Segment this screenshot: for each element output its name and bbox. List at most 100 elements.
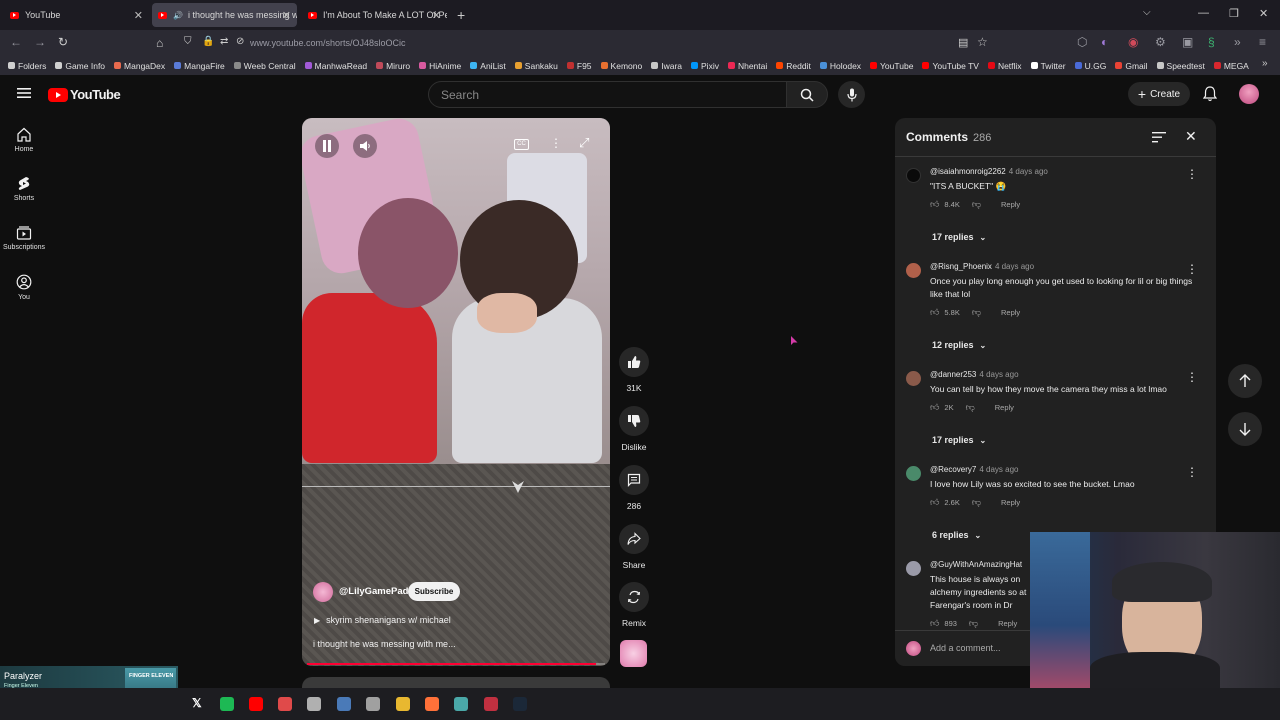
playlist-link[interactable]: ▶ skyrim shenanigans w/ michael: [314, 615, 451, 625]
extension-icon[interactable]: ⚙: [1155, 35, 1166, 49]
permissions-icon[interactable]: ⇄: [220, 36, 228, 47]
reply-button[interactable]: Reply: [998, 619, 1017, 628]
bookmark[interactable]: YouTube: [870, 61, 913, 71]
close-tab-icon[interactable]: ✕: [282, 9, 291, 22]
next-short-button[interactable]: [1228, 412, 1262, 446]
reader-view-icon[interactable]: ▤: [958, 36, 968, 49]
spotify-icon[interactable]: [220, 697, 234, 711]
more-options-icon[interactable]: ⋮: [550, 136, 562, 150]
bookmark[interactable]: MEGA: [1213, 61, 1249, 71]
dislike-icon[interactable]: 👎︎: [972, 307, 981, 318]
bookmark[interactable]: Netflix: [987, 61, 1022, 71]
reload-icon[interactable]: ↻: [58, 35, 68, 49]
bookmark[interactable]: F95: [566, 61, 592, 71]
dislike-icon[interactable]: 👎︎: [972, 199, 981, 210]
lock-icon[interactable]: 🔒: [202, 36, 214, 47]
subscribe-button[interactable]: Subscribe: [408, 582, 460, 601]
bookmark[interactable]: MangaDex: [114, 61, 165, 71]
bookmark[interactable]: U.GG: [1074, 61, 1106, 71]
pause-button[interactable]: [315, 134, 339, 158]
like-icon[interactable]: 👍︎: [930, 199, 939, 210]
comments-button[interactable]: 286: [618, 465, 650, 511]
reply-button[interactable]: Reply: [1001, 308, 1020, 317]
bookmark[interactable]: AniList: [470, 61, 506, 71]
bookmark-star-icon[interactable]: ☆: [977, 35, 988, 49]
search-input[interactable]: Search: [428, 81, 787, 108]
app-icon[interactable]: [484, 697, 498, 711]
bookmark[interactable]: ManhwaRead: [304, 61, 367, 71]
url-bar[interactable]: ⌂ ⛉ 🔒 ⇄ ⊘ www.youtube.com/shorts/OJ48slo…: [150, 33, 1000, 53]
x-app-icon[interactable]: 𝕏: [192, 696, 202, 710]
bookmark[interactable]: Holodex: [819, 61, 861, 71]
next-short-preview[interactable]: [302, 677, 610, 688]
like-icon[interactable]: 👍︎: [930, 618, 939, 629]
reply-button[interactable]: Reply: [995, 403, 1014, 412]
bookmark[interactable]: Iwara: [651, 61, 682, 71]
comment-author[interactable]: @isaiahmonroig2262: [930, 167, 1006, 176]
previous-short-button[interactable]: [1228, 364, 1262, 398]
tab-list-chevron-icon[interactable]: ⌵: [1143, 7, 1151, 18]
like-icon[interactable]: 👍︎: [930, 402, 939, 413]
browser-tab-active[interactable]: 🔊 i thought he was messing w ✕: [152, 3, 297, 27]
like-button[interactable]: 31K: [618, 347, 650, 393]
extension-icon[interactable]: §: [1208, 35, 1215, 49]
media-player-icon[interactable]: [307, 697, 321, 711]
share-button[interactable]: Share: [618, 524, 650, 570]
sidebar-item-shorts[interactable]: Shorts: [0, 176, 48, 202]
forward-arrow-icon[interactable]: →: [34, 35, 46, 49]
remix-button[interactable]: Remix: [618, 582, 650, 628]
extension-icon[interactable]: ▣: [1182, 35, 1193, 49]
security-icon[interactable]: [366, 697, 380, 711]
dislike-icon[interactable]: 👎︎: [966, 402, 975, 413]
bookmark[interactable]: Twitter: [1030, 61, 1066, 71]
channel-avatar[interactable]: [313, 582, 333, 602]
bookmark[interactable]: Miruro: [376, 61, 410, 71]
bookmark[interactable]: Folders: [8, 61, 46, 71]
sort-icon[interactable]: [1152, 132, 1166, 143]
bookmark[interactable]: Gmail: [1115, 61, 1148, 71]
comment-author[interactable]: @Risng_Phoenix: [930, 262, 992, 271]
app-icon[interactable]: [278, 697, 292, 711]
comment-time[interactable]: 4 days ago: [1009, 167, 1048, 176]
replies-toggle[interactable]: 17 replies ⌄: [932, 435, 986, 445]
new-tab-button[interactable]: +: [457, 7, 465, 23]
browser-tab[interactable]: YouTube ✕: [4, 3, 149, 27]
comment-avatar[interactable]: [906, 466, 921, 481]
minimize-window-button[interactable]: —: [1198, 7, 1209, 19]
short-video-player[interactable]: CC ⋮ ⤢ @LilyGamePad Subscribe ▶ skyrim s…: [302, 118, 610, 666]
extension-icon[interactable]: ⬡: [1077, 35, 1087, 49]
bookmark[interactable]: HiAnime: [419, 61, 461, 71]
close-tab-icon[interactable]: ✕: [432, 9, 441, 22]
shield-icon[interactable]: ⛉: [184, 36, 192, 47]
reply-button[interactable]: Reply: [1001, 498, 1020, 507]
comment-avatar[interactable]: [906, 371, 921, 386]
comment-time[interactable]: 4 days ago: [979, 370, 1018, 379]
sidebar-item-home[interactable]: Home: [0, 127, 48, 153]
dislike-button[interactable]: Dislike: [618, 406, 650, 452]
tracking-icon[interactable]: ⊘: [236, 36, 244, 47]
replies-toggle[interactable]: 12 replies ⌄: [932, 340, 986, 350]
comment-author[interactable]: @GuyWithAnAmazingHat: [930, 560, 1022, 569]
bookmark[interactable]: YouTube TV: [922, 61, 979, 71]
restore-window-button[interactable]: ❐: [1229, 7, 1239, 20]
comment-menu-icon[interactable]: ⋮: [1186, 262, 1198, 276]
app-icon[interactable]: [454, 697, 468, 711]
menu-icon[interactable]: ≡: [1259, 35, 1266, 49]
like-icon[interactable]: 👍︎: [930, 497, 939, 508]
photos-icon[interactable]: [337, 697, 351, 711]
captions-icon[interactable]: CC: [514, 139, 529, 150]
extension-icon[interactable]: ◐: [1101, 35, 1108, 49]
like-icon[interactable]: 👍︎: [930, 307, 939, 318]
firefox-icon[interactable]: [425, 697, 439, 711]
comment-author[interactable]: @Recovery7: [930, 465, 976, 474]
fullscreen-icon[interactable]: ⤢: [579, 135, 589, 151]
bookmark[interactable]: Pixiv: [691, 61, 719, 71]
voice-search-button[interactable]: [838, 81, 865, 108]
notifications-bell-icon[interactable]: [1203, 86, 1217, 102]
hamburger-menu-icon[interactable]: [17, 87, 31, 99]
youtube-logo[interactable]: YouTube: [48, 87, 121, 102]
close-window-button[interactable]: ✕: [1259, 7, 1268, 20]
bookmark[interactable]: Reddit: [776, 61, 811, 71]
steam-icon[interactable]: [513, 697, 527, 711]
volume-button[interactable]: [353, 134, 377, 158]
